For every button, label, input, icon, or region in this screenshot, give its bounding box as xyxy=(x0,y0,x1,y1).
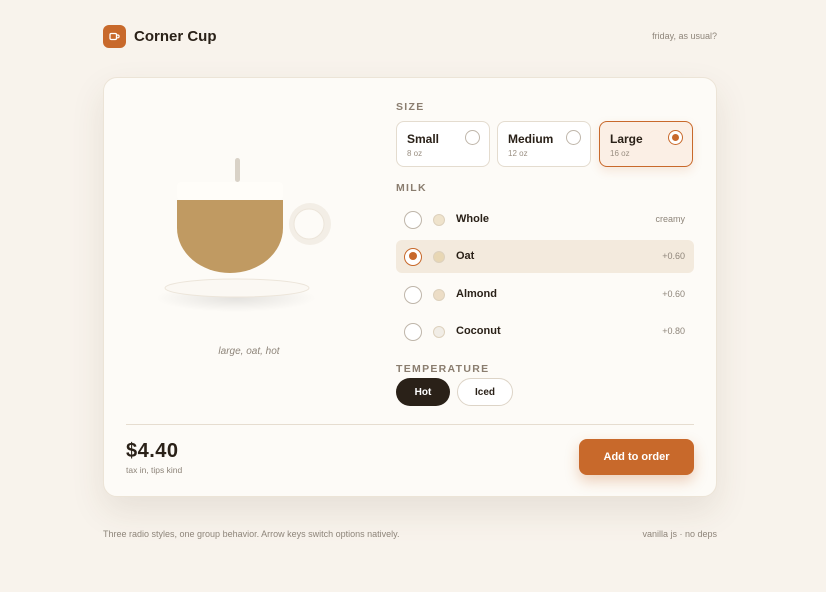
milk-swatch xyxy=(433,251,445,263)
milk-note: +0.80 xyxy=(662,326,685,336)
selection-caption: large, oat, hot xyxy=(218,346,280,357)
size-volume: 8 oz xyxy=(407,149,423,158)
milk-name: Almond xyxy=(456,288,497,300)
temperature-hot-button[interactable]: Hot xyxy=(396,378,450,406)
app-header: Corner Cup friday, as usual? xyxy=(103,25,717,49)
temperature-iced-button[interactable]: Iced xyxy=(457,378,513,406)
milk-option-oat[interactable]: Oat +0.60 xyxy=(396,240,694,273)
milk-swatch xyxy=(433,214,445,226)
milk-name: Coconut xyxy=(456,325,501,337)
price-note: tax in, tips kind xyxy=(126,465,183,475)
temperature-label: TEMPERATURE xyxy=(396,363,490,375)
size-radio-medium[interactable] xyxy=(566,130,581,145)
tagline: friday, as usual? xyxy=(652,31,717,41)
milk-name: Oat xyxy=(456,250,475,262)
size-radio-large[interactable] xyxy=(668,130,683,145)
size-name: Medium xyxy=(508,132,554,146)
size-label: SIZE xyxy=(396,101,425,113)
size-name: Small xyxy=(407,132,440,146)
milk-note: +0.60 xyxy=(662,289,685,299)
coffee-cup-illustration xyxy=(156,158,331,312)
footer-credit: vanilla js · no deps xyxy=(642,529,717,539)
milk-note: +0.60 xyxy=(662,251,685,261)
size-radio-small[interactable] xyxy=(465,130,480,145)
milk-radio-whole[interactable] xyxy=(404,210,422,229)
cup-icon xyxy=(109,32,120,41)
milk-note: creamy xyxy=(655,214,685,224)
footer-description: Three radio styles, one group behavior. … xyxy=(103,529,400,539)
milk-option-coconut[interactable]: Coconut +0.80 xyxy=(396,315,694,348)
milk-radio-almond[interactable] xyxy=(404,285,422,304)
order-price: $4.40 xyxy=(126,440,179,462)
size-option-medium[interactable]: Medium 12 oz xyxy=(497,121,591,167)
cup-preview xyxy=(144,148,354,338)
milk-radio-coconut[interactable] xyxy=(404,322,422,341)
brand-name: Corner Cup xyxy=(134,28,217,45)
size-option-small[interactable]: Small 8 oz xyxy=(396,121,490,167)
logo xyxy=(103,25,126,48)
divider xyxy=(126,424,694,425)
order-card: large, oat, hot SIZE Small 8 oz Medium 1… xyxy=(103,77,717,497)
milk-swatch xyxy=(433,326,445,338)
size-volume: 16 oz xyxy=(610,149,630,158)
milk-swatch xyxy=(433,289,445,301)
add-to-order-button[interactable]: Add to order xyxy=(579,439,694,475)
milk-option-whole[interactable]: Whole creamy xyxy=(396,203,694,236)
size-option-large[interactable]: Large 16 oz xyxy=(599,121,693,167)
size-name: Large xyxy=(610,132,643,146)
size-volume: 12 oz xyxy=(508,149,528,158)
milk-label: MILK xyxy=(396,182,427,194)
milk-name: Whole xyxy=(456,213,489,225)
milk-option-almond[interactable]: Almond +0.60 xyxy=(396,278,694,311)
milk-radio-oat[interactable] xyxy=(404,247,422,266)
